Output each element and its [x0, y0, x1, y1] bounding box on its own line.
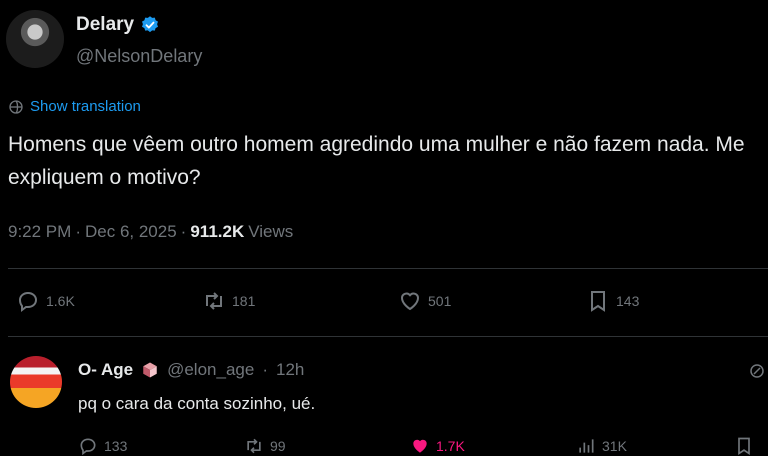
like-button[interactable]: 501	[398, 289, 586, 313]
divider	[8, 268, 768, 269]
bookmark-icon	[591, 291, 605, 312]
reply-button[interactable]: 1.6K	[16, 289, 202, 313]
tweet-text: Homens que vêem outro homem agredindo um…	[8, 133, 745, 189]
reply-like-button[interactable]: 1.7K	[410, 436, 576, 456]
reply-time[interactable]: 12h	[276, 360, 304, 380]
reply-retweet-button[interactable]: 99	[244, 436, 410, 456]
meta-separator: ·	[262, 360, 268, 379]
globe-icon	[9, 99, 23, 114]
heart-icon	[413, 439, 427, 453]
reply-views-button[interactable]: 31K	[576, 436, 734, 456]
verified-badge-icon	[142, 16, 159, 33]
show-translation-label: Show translation	[30, 98, 141, 115]
reply-like-count: 1.7K	[436, 438, 465, 454]
like-count: 501	[428, 293, 452, 309]
bookmark-count: 143	[616, 293, 640, 309]
reply-actions: 133 99 1.7K 31K	[78, 436, 754, 456]
avatar[interactable]	[6, 10, 64, 68]
bookmark-icon	[738, 437, 750, 456]
tweet-meta: 9:22 PM · Dec 6, 2025 · 911.2K Views	[8, 222, 293, 242]
tweet-time[interactable]: 9:22 PM	[8, 222, 71, 242]
reply-count: 1.6K	[46, 293, 75, 309]
reply-avatar[interactable]	[10, 356, 62, 408]
show-translation-link[interactable]: Show translation	[8, 98, 141, 115]
reply-reply-button[interactable]: 133	[78, 436, 244, 456]
reply-display-name[interactable]: O- Age	[78, 360, 133, 380]
reply-icon	[18, 291, 38, 312]
retweet-button[interactable]: 181	[202, 289, 398, 313]
reply-icon	[80, 438, 96, 456]
heart-icon	[400, 292, 420, 311]
reply-bookmark-button[interactable]	[734, 436, 754, 456]
views-chart-icon	[579, 439, 594, 453]
views-label: Views	[248, 222, 294, 241]
reply-header: O- Age @elon_age · 12h	[78, 360, 304, 380]
retweet-icon	[206, 292, 222, 310]
tweet-date[interactable]: Dec 6, 2025	[85, 222, 177, 242]
more-icon[interactable]	[748, 362, 766, 380]
retweet-count: 181	[232, 293, 256, 309]
meta-separator: ·	[75, 222, 81, 241]
author-handle[interactable]: @NelsonDelary	[76, 46, 202, 67]
reply-reply-count: 133	[104, 438, 128, 454]
bookmark-button[interactable]: 143	[586, 289, 639, 313]
reply-text: pq o cara da conta sozinho, ué.	[78, 394, 316, 413]
views-count: 911.2K	[190, 222, 245, 241]
cube-badge-icon	[143, 362, 157, 378]
retweet-icon	[247, 438, 261, 454]
divider	[8, 336, 768, 337]
reply-views-count: 31K	[602, 438, 627, 454]
reply-retweet-count: 99	[270, 438, 286, 454]
author-name-row: Delary	[76, 14, 160, 36]
reply-handle[interactable]: @elon_age	[167, 360, 254, 380]
author-display-name[interactable]: Delary	[76, 14, 134, 36]
tweet-actions: 1.6K 181 501 143	[16, 289, 639, 313]
meta-separator: ·	[180, 222, 187, 241]
